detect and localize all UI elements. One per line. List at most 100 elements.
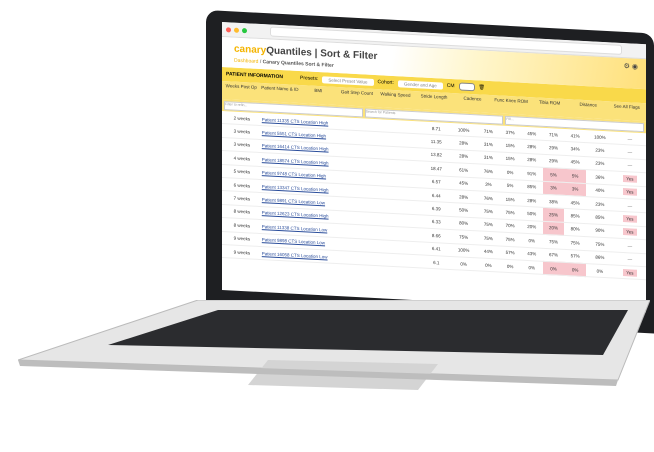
metric-cell: 71% — [542, 127, 565, 142]
flag-badge[interactable]: Yes — [623, 215, 637, 223]
flag-cell: Yes — [613, 264, 646, 281]
metric-cell: 5% — [499, 178, 521, 194]
section-title: PATIENT INFORMATION — [226, 71, 283, 81]
column-header[interactable]: Func Knee ROM — [492, 95, 531, 115]
metric-cell: 0% — [499, 165, 521, 180]
metric-cell: 34% — [564, 141, 587, 157]
bmi-cell: 6.41 — [422, 241, 450, 257]
bmi-cell: 6.33 — [422, 214, 450, 230]
metric-cell: 0% — [586, 263, 614, 279]
metric-cell: 41% — [564, 128, 587, 143]
metric-cell: 28% — [520, 139, 543, 155]
flag-badge[interactable]: Yes — [623, 188, 637, 196]
laptop-base — [18, 300, 650, 390]
bmi-cell: 8.66 — [422, 228, 450, 243]
metric-cell: 29% — [542, 140, 565, 156]
patient-table: 2 weeks Patient 11335 CTS Location High 8.… — [222, 111, 646, 281]
flag-badge[interactable]: Yes — [623, 228, 637, 237]
flag-badge[interactable]: Yes — [623, 174, 637, 183]
presets-label: Presets: — [300, 75, 319, 83]
cohort-label: Cohort: — [377, 79, 394, 87]
trash-icon[interactable]: 🗑 — [479, 84, 485, 90]
column-header[interactable]: Cadence — [453, 93, 492, 113]
metric-cell: 44% — [477, 244, 500, 259]
breadcrumb: Dashboard / Canary Quantiles Sort & Filt… — [234, 57, 334, 69]
bmi-cell: 6.57 — [422, 174, 450, 190]
metric-cell: 15% — [499, 191, 521, 207]
column-header[interactable]: Weeks Post Op — [222, 81, 261, 101]
flag-badge[interactable]: — — [628, 243, 633, 248]
metric-cell: 71% — [477, 124, 500, 139]
metric-cell: 20% — [542, 221, 565, 236]
flag-badge[interactable]: — — [628, 203, 633, 208]
column-header[interactable]: Tibia ROM — [530, 97, 569, 117]
metric-cell: 75% — [477, 204, 500, 219]
metric-cell: 0% — [520, 260, 543, 275]
metric-cell: 38% — [542, 194, 565, 209]
metric-cell: 75% — [477, 217, 500, 233]
metric-cell: 3% — [542, 180, 565, 196]
flag-badge[interactable]: Yes — [623, 268, 637, 277]
metric-cell: 75% — [477, 231, 500, 246]
metric-cell: 31% — [477, 137, 500, 152]
metric-cell: 31% — [477, 150, 500, 166]
metric-cell: 0% — [564, 262, 587, 277]
metric-cell: 0% — [499, 258, 521, 274]
bmi-cell: 6.39 — [422, 201, 450, 217]
metric-cell: 80% — [564, 222, 587, 237]
metric-cell: 85% — [564, 208, 587, 224]
presets-select[interactable]: Select Preset Value — [322, 75, 374, 86]
metric-cell: 15% — [499, 151, 521, 167]
metric-cell: 75% — [499, 232, 521, 247]
metric-cell: 50% — [520, 206, 543, 222]
column-header[interactable]: Gait Step Count — [338, 87, 377, 107]
unit-toggle[interactable] — [458, 82, 475, 92]
metric-cell: 3% — [477, 177, 500, 192]
maximize-dot[interactable] — [242, 27, 247, 33]
metric-cell: 43% — [520, 246, 543, 262]
settings-icon[interactable]: ⚙ ◉ — [624, 62, 638, 71]
metric-cell: 75% — [564, 235, 587, 251]
column-header[interactable]: Stride Length — [415, 91, 454, 111]
metric-cell: 0% — [477, 257, 500, 273]
close-dot[interactable] — [226, 26, 231, 32]
toggle-label: CM — [446, 82, 455, 90]
column-header[interactable]: See All Flags — [607, 101, 646, 121]
metric-cell: 85% — [520, 179, 543, 195]
column-header[interactable]: Distance — [569, 99, 608, 119]
metric-cell: 0% — [520, 233, 543, 248]
cohort-select[interactable]: Gender and Age — [397, 79, 443, 90]
metric-cell: 75% — [499, 205, 521, 220]
flag-badge[interactable]: — — [628, 136, 633, 141]
bmi-cell: 13.82 — [422, 147, 450, 163]
metric-cell: 28% — [520, 152, 543, 168]
metric-cell: 28% — [520, 193, 543, 208]
metric-cell: 76% — [477, 190, 500, 206]
metric-cell: 91% — [520, 166, 543, 181]
metric-cell: 57% — [499, 245, 521, 261]
column-header[interactable]: Walking Speed — [376, 89, 415, 109]
metric-cell: 5% — [542, 167, 565, 183]
flag-badge[interactable]: — — [628, 149, 633, 154]
metric-cell: 70% — [499, 218, 521, 234]
metric-cell: 15% — [499, 138, 521, 153]
bmi-cell: 6.1 — [422, 254, 450, 270]
laptop: canaryQuantiles | Sort & Filter Dashboar… — [0, 0, 654, 452]
bmi-cell: 6.44 — [422, 187, 450, 203]
metric-cell: 57% — [564, 248, 587, 264]
metric-cell: 0% — [542, 261, 565, 276]
metric-cell: 25% — [542, 207, 565, 223]
app-screen: canaryQuantiles | Sort & Filter Dashboar… — [222, 22, 646, 313]
metric-cell: 37% — [499, 125, 521, 140]
metric-cell: 0% — [449, 256, 478, 272]
breadcrumb-home[interactable]: Dashboard — [234, 58, 258, 65]
bmi-cell: 18.47 — [422, 161, 450, 177]
minimize-dot[interactable] — [234, 27, 239, 33]
metric-cell: 45% — [564, 155, 587, 170]
flag-badge[interactable]: — — [628, 163, 633, 168]
flag-badge[interactable]: — — [628, 256, 633, 261]
column-header[interactable]: BMI — [299, 85, 338, 105]
metric-cell: 45% — [564, 195, 587, 210]
metric-cell: 75% — [542, 234, 565, 249]
column-header[interactable]: Patient Name & ID — [261, 83, 300, 103]
